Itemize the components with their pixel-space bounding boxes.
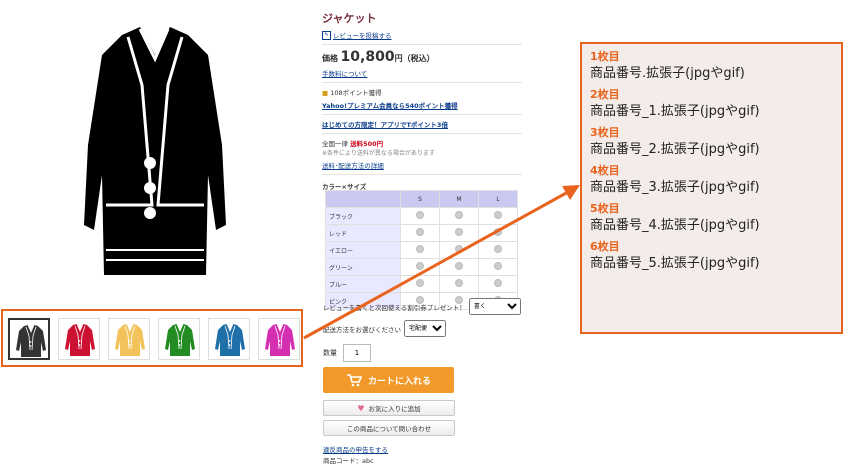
annotation-filename: 商品番号_4.拡張子(jpgやgif)	[590, 218, 760, 233]
filename-annotation: 1枚目商品番号.拡張子(jpgやgif) 2枚目商品番号_1.拡張子(jpgやgi…	[580, 42, 843, 334]
annotation-heading: 3枚目	[590, 126, 620, 139]
annotation-filename: 商品番号_2.拡張子(jpgやgif)	[590, 142, 760, 157]
annotation-heading: 4枚目	[590, 164, 620, 177]
annotation-filename: 商品番号_5.拡張子(jpgやgif)	[590, 256, 760, 271]
annotation-heading: 2枚目	[590, 88, 620, 101]
annotation-filename: 商品番号_3.拡張子(jpgやgif)	[590, 180, 760, 195]
annotation-filename: 商品番号.拡張子(jpgやgif)	[590, 66, 745, 81]
annotation-filename: 商品番号_1.拡張子(jpgやgif)	[590, 104, 760, 119]
annotation-heading: 5枚目	[590, 202, 620, 215]
annotation-heading: 6枚目	[590, 240, 620, 253]
annotation-heading: 1枚目	[590, 50, 620, 63]
